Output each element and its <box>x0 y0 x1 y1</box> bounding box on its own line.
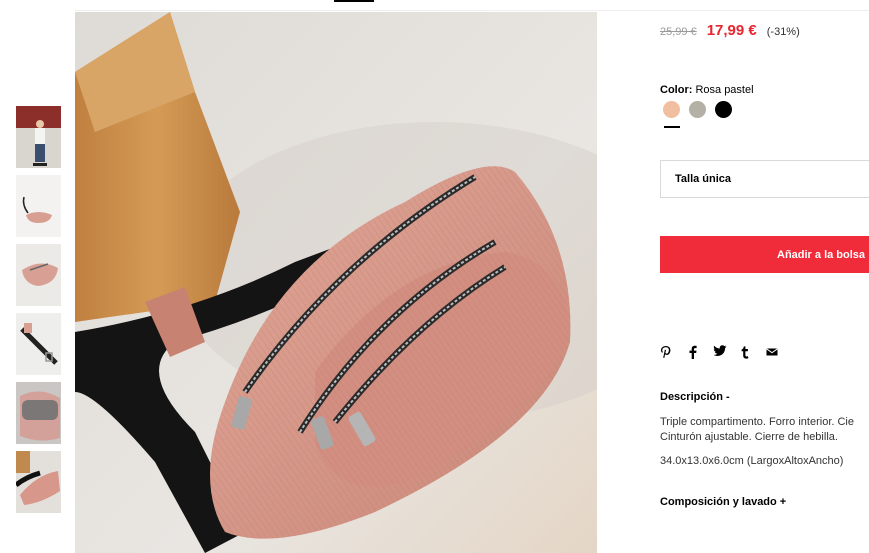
color-value: Rosa pastel <box>695 84 754 96</box>
main-product-image[interactable] <box>75 12 597 553</box>
selected-swatch-underline <box>664 126 680 128</box>
swatch-gris[interactable] <box>689 101 706 118</box>
size-value: Talla única <box>675 173 732 185</box>
pinterest-icon[interactable] <box>660 345 672 361</box>
description-line-2: Cinturón ajustable. Cierre de hebilla. <box>660 431 838 443</box>
add-to-bag-button[interactable]: Añadir a la bolsa <box>660 236 869 273</box>
color-swatches <box>660 101 740 131</box>
top-tab-indicator <box>334 0 374 2</box>
composition-toggle[interactable]: Composición y lavado + <box>660 496 786 508</box>
discount-badge: (-31%) <box>766 26 800 38</box>
color-label: Color: Rosa pastel <box>660 84 754 96</box>
add-to-bag-label: Añadir a la bolsa <box>777 249 866 261</box>
swatch-negro[interactable] <box>715 101 732 118</box>
tumblr-icon[interactable] <box>741 345 750 361</box>
thumbnail-3[interactable] <box>16 244 61 306</box>
top-divider <box>75 10 869 11</box>
size-selector[interactable]: Talla única <box>660 160 869 198</box>
description-title[interactable]: Descripción - <box>660 391 730 403</box>
facebook-icon[interactable] <box>689 345 697 361</box>
color-label-key: Color: <box>660 84 693 96</box>
thumbnail-5[interactable] <box>16 382 61 444</box>
thumbnail-6[interactable] <box>16 451 61 513</box>
thumbnail-2[interactable] <box>16 175 61 237</box>
email-icon[interactable] <box>766 345 778 361</box>
dimensions-text: 34.0x13.0x6.0cm (LargoxAltoxAncho) <box>660 455 844 467</box>
thumbnail-1[interactable] <box>16 106 61 168</box>
price-row: 25,99 € 17,99 € (-31%) <box>660 22 800 39</box>
swatch-rosa-pastel[interactable] <box>663 101 680 118</box>
twitter-icon[interactable] <box>713 345 727 361</box>
description-line-1: Triple compartimento. Forro interior. Ci… <box>660 416 854 428</box>
description-text: Triple compartimento. Forro interior. Ci… <box>660 415 869 445</box>
thumbnail-4[interactable] <box>16 313 61 375</box>
old-price: 25,99 € <box>660 26 697 38</box>
sale-price: 17,99 € <box>706 22 757 39</box>
